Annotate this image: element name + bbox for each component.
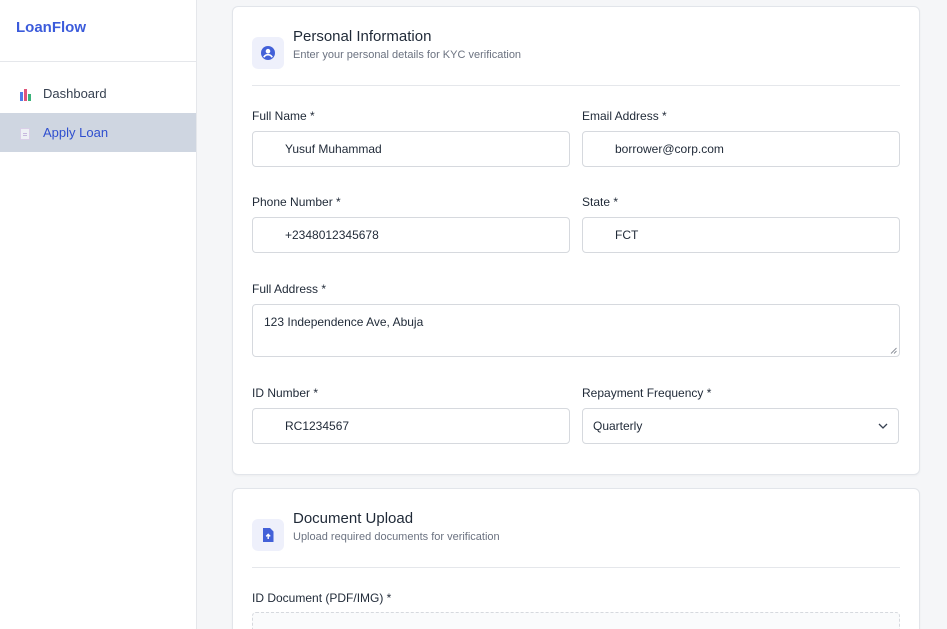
id-number-field: ID Number * RC1234567 (252, 386, 570, 444)
phone-field: Phone Number * +2348012345678 (252, 195, 570, 253)
email-label: Email Address * (582, 109, 667, 123)
sidebar-item-dashboard[interactable]: Dashboard (0, 74, 196, 113)
id-document-field: ID Document (PDF/IMG) * (252, 591, 391, 613)
id-number-input[interactable]: RC1234567 (252, 408, 570, 444)
document-upload-card: Document Upload Upload required document… (232, 488, 920, 629)
state-field: State * FCT (582, 195, 900, 253)
user-circle-icon (252, 37, 284, 69)
address-label: Full Address * (252, 282, 327, 296)
state-label: State * (582, 195, 619, 209)
id-document-label: ID Document (PDF/IMG) * (252, 591, 392, 605)
full-name-input[interactable]: Yusuf Muhammad (252, 131, 570, 167)
state-input[interactable]: FCT (582, 217, 900, 253)
card-subtitle: Enter your personal details for KYC veri… (293, 49, 522, 61)
sidebar: LoanFlow Dashboard Apply Loan (0, 0, 197, 629)
sidebar-item-label: Apply Loan (43, 125, 109, 140)
bar-chart-icon (18, 87, 32, 101)
repayment-frequency-value: Quarterly (593, 419, 643, 433)
repayment-frequency-select[interactable]: Quarterly (582, 408, 899, 444)
chevron-down-icon (878, 423, 888, 429)
card-subtitle: Upload required documents for verificati… (293, 531, 500, 543)
email-field: Email Address * borrower@corp.com (582, 109, 900, 167)
phone-label: Phone Number * (252, 195, 341, 209)
id-document-dropzone[interactable] (252, 612, 900, 629)
repayment-frequency-label: Repayment Frequency * (582, 386, 712, 400)
sidebar-item-apply-loan[interactable]: Apply Loan (0, 113, 196, 152)
main-content: Personal Information Enter your personal… (197, 0, 947, 629)
card-header: Document Upload Upload required document… (252, 509, 500, 551)
full-name-label: Full Name * (252, 109, 315, 123)
card-title: Document Upload (293, 510, 414, 527)
card-header: Personal Information Enter your personal… (252, 27, 521, 69)
sidebar-nav: Dashboard Apply Loan (0, 62, 196, 152)
id-number-label: ID Number * (252, 386, 319, 400)
full-name-field: Full Name * Yusuf Muhammad (252, 109, 570, 167)
address-field: Full Address * 123 Independence Ave, Abu… (252, 282, 900, 357)
document-icon (18, 126, 32, 140)
repayment-frequency-field: Repayment Frequency * Quarterly (582, 386, 899, 444)
app-logo[interactable]: LoanFlow (0, 0, 196, 62)
phone-input[interactable]: +2348012345678 (252, 217, 570, 253)
email-input[interactable]: borrower@corp.com (582, 131, 900, 167)
address-textarea[interactable]: 123 Independence Ave, Abuja (252, 304, 900, 357)
sidebar-item-label: Dashboard (43, 86, 107, 101)
file-upload-icon (252, 519, 284, 551)
divider (252, 567, 900, 568)
divider (252, 85, 900, 86)
card-title: Personal Information (293, 28, 432, 45)
address-value: 123 Independence Ave, Abuja (264, 315, 424, 329)
personal-information-card: Personal Information Enter your personal… (232, 6, 920, 475)
resize-handle-icon[interactable] (890, 347, 897, 354)
